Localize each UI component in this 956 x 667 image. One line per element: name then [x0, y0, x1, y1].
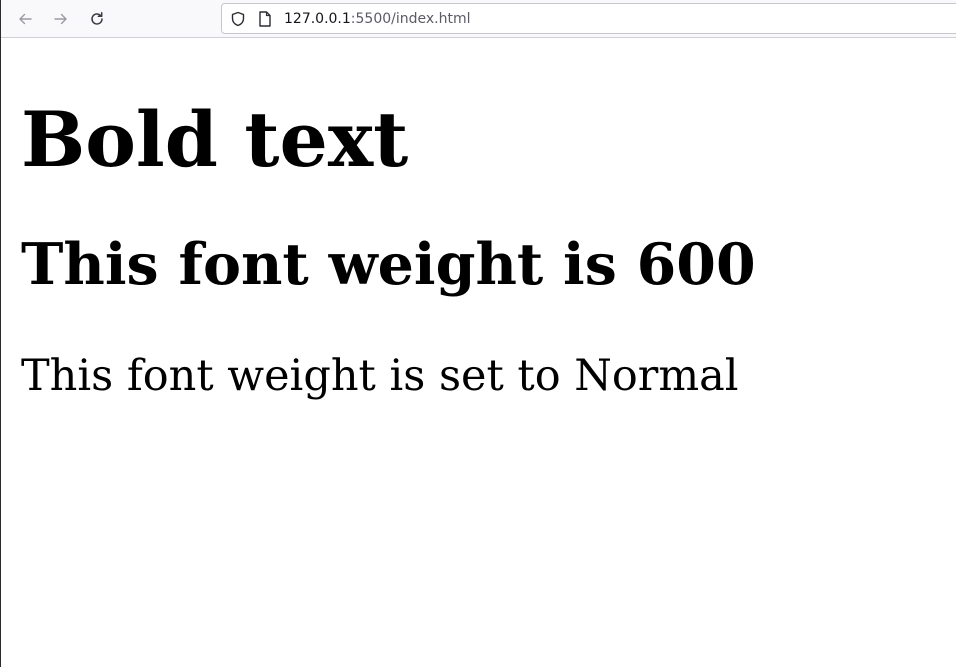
paragraph-font-weight-normal: This font weight is set to Normal — [21, 351, 739, 401]
page-icon[interactable] — [258, 11, 272, 27]
browser-toolbar: 127.0.0.1:5500/index.html — [0, 0, 956, 38]
forward-button[interactable] — [49, 7, 73, 31]
heading-font-weight-600: This font weight is 600 — [21, 231, 756, 298]
url-host: 127.0.0.1 — [284, 11, 351, 27]
url-path: :5500/index.html — [350, 11, 471, 27]
back-arrow-icon — [19, 13, 32, 25]
reload-icon — [91, 12, 103, 25]
heading-bold-text: Bold text — [21, 95, 409, 184]
reload-button[interactable] — [85, 7, 109, 31]
url-bar[interactable]: 127.0.0.1:5500/index.html — [221, 3, 956, 34]
url-text[interactable]: 127.0.0.1:5500/index.html — [284, 10, 471, 28]
back-button[interactable] — [13, 7, 37, 31]
shield-icon[interactable] — [230, 11, 246, 27]
forward-arrow-icon — [54, 13, 67, 25]
window-edge — [0, 0, 1, 667]
